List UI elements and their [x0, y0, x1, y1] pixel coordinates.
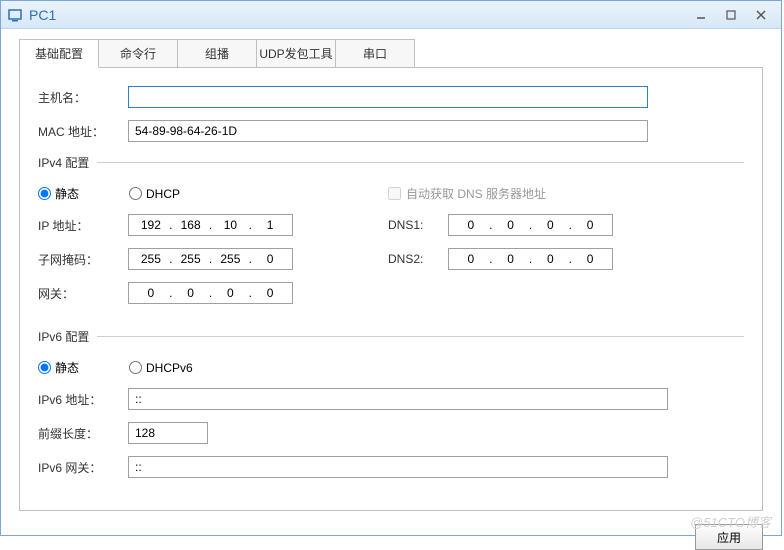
- ipv6-addr-label: IPv6 地址：: [38, 391, 128, 408]
- tab-cli[interactable]: 命令行: [98, 39, 178, 68]
- hostname-label: 主机名：: [38, 89, 128, 106]
- ipv6-static-radio[interactable]: 静态: [38, 359, 79, 376]
- tab-udp[interactable]: UDP发包工具: [256, 39, 336, 68]
- app-icon: [7, 7, 23, 23]
- window-title: PC1: [29, 7, 687, 23]
- ipv6-dhcp-radio[interactable]: DHCPv6: [129, 361, 193, 375]
- dns2-label: DNS2:: [388, 252, 448, 266]
- maximize-button[interactable]: [717, 6, 745, 24]
- tab-basic[interactable]: 基础配置: [19, 39, 99, 68]
- footer: 应用: [1, 524, 763, 550]
- gateway-input[interactable]: 0.0.0.0: [128, 282, 293, 304]
- window: PC1 基础配置 命令行 组播 UDP发包工具 串口 主机名： MAC 地址： …: [0, 0, 782, 536]
- dns1-label: DNS1:: [388, 218, 448, 232]
- ipv4-legend: IPv4 配置: [38, 154, 97, 171]
- ipv4-group: IPv4 配置 静态 DHCP 自动获取 DNS 服务器地址 IP 地址： 19…: [38, 154, 744, 322]
- ipv6-gw-label: IPv6 网关：: [38, 459, 128, 476]
- mask-input[interactable]: 255.255.255.0: [128, 248, 293, 270]
- dns1-input[interactable]: 0.0.0.0: [448, 214, 613, 236]
- tab-bar: 基础配置 命令行 组播 UDP发包工具 串口: [19, 39, 781, 68]
- titlebar: PC1: [1, 1, 781, 29]
- ipv4-dhcp-radio[interactable]: DHCP: [129, 187, 180, 201]
- close-button[interactable]: [747, 6, 775, 24]
- tab-multicast[interactable]: 组播: [177, 39, 257, 68]
- ipv6-legend: IPv6 配置: [38, 328, 97, 345]
- window-controls: [687, 6, 775, 24]
- ipv6-gw-input[interactable]: [128, 456, 668, 478]
- ipv6-prefix-input[interactable]: [128, 422, 208, 444]
- gateway-label: 网关：: [38, 285, 128, 302]
- ip-label: IP 地址：: [38, 217, 128, 234]
- minimize-button[interactable]: [687, 6, 715, 24]
- tab-content: 主机名： MAC 地址： IPv4 配置 静态 DHCP 自动获取 DNS 服务…: [19, 67, 763, 511]
- ipv4-static-radio[interactable]: 静态: [38, 185, 79, 202]
- apply-button[interactable]: 应用: [695, 524, 763, 550]
- hostname-input[interactable]: [128, 86, 648, 108]
- mac-input[interactable]: [128, 120, 648, 142]
- auto-dns-checkbox[interactable]: 自动获取 DNS 服务器地址: [388, 185, 546, 202]
- mac-label: MAC 地址：: [38, 123, 128, 140]
- ipv6-addr-input[interactable]: [128, 388, 668, 410]
- dns2-input[interactable]: 0.0.0.0: [448, 248, 613, 270]
- ipv6-prefix-label: 前缀长度：: [38, 425, 128, 442]
- ip-input[interactable]: 192.168.10.1: [128, 214, 293, 236]
- mask-label: 子网掩码：: [38, 251, 128, 268]
- ipv6-group: IPv6 配置 静态 DHCPv6 IPv6 地址： 前缀长度： IPv6 网关…: [38, 328, 744, 496]
- tab-serial[interactable]: 串口: [335, 39, 415, 68]
